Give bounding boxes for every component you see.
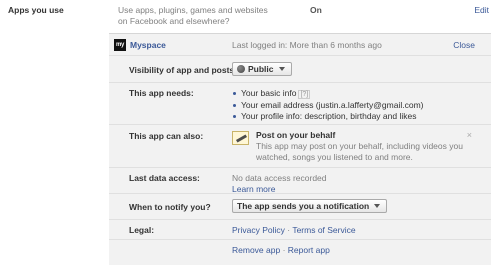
help-icon[interactable]: [?] bbox=[298, 90, 311, 99]
last-access-value: No data access recorded Learn more bbox=[232, 173, 327, 195]
globe-icon bbox=[237, 65, 245, 73]
pencil-shape bbox=[235, 134, 248, 143]
app-settings-panel: my Myspace Last logged in: More than 6 m… bbox=[109, 33, 491, 265]
legal-links: Privacy Policy · Terms of Service bbox=[232, 225, 356, 235]
list-item: Your email address (justin.a.lafferty@gm… bbox=[232, 100, 423, 111]
also-row: This app can also: Post on your behalf T… bbox=[109, 125, 491, 168]
need-item-label: Your basic info bbox=[241, 88, 297, 98]
actions-row: Remove app · Report app bbox=[109, 240, 491, 265]
last-access-label: Last data access: bbox=[129, 173, 200, 183]
last-access-text: No data access recorded bbox=[232, 173, 327, 183]
close-link[interactable]: Close bbox=[453, 40, 475, 50]
chevron-down-icon bbox=[374, 204, 381, 208]
list-item: Your profile info: description, birthday… bbox=[232, 111, 423, 122]
needs-label: This app needs: bbox=[129, 88, 194, 98]
last-logged-text: Last logged in: More than 6 months ago bbox=[232, 40, 382, 50]
last-access-row: Last data access: No data access recorde… bbox=[109, 168, 491, 194]
visibility-value: Public bbox=[232, 62, 292, 76]
notify-value: The app sends you a notification bbox=[232, 199, 388, 213]
need-item-label: Your email address (justin.a.lafferty@gm… bbox=[241, 100, 424, 110]
app-actions: Remove app · Report app bbox=[232, 245, 330, 255]
report-app-link[interactable]: Report app bbox=[288, 245, 330, 255]
app-name-link[interactable]: Myspace bbox=[130, 40, 166, 50]
app-header: my Myspace Last logged in: More than 6 m… bbox=[109, 34, 491, 56]
need-item-label: Your profile info: description, birthday… bbox=[241, 111, 417, 121]
also-permission: Post on your behalf This app may post on… bbox=[232, 130, 472, 164]
privacy-policy-link[interactable]: Privacy Policy bbox=[232, 225, 285, 235]
edit-link[interactable]: Edit bbox=[474, 5, 489, 15]
notify-label: When to notify you? bbox=[129, 202, 211, 212]
needs-list: Your basic info [?] Your email address (j… bbox=[232, 88, 423, 122]
visibility-label: Visibility of app and posts: bbox=[129, 65, 237, 75]
visibility-row: Visibility of app and posts: Public bbox=[109, 57, 491, 83]
apps-status: On bbox=[310, 5, 322, 15]
visibility-dropdown-label: Public bbox=[248, 64, 274, 74]
permission-description: This app may post on your behalf, includ… bbox=[256, 141, 463, 162]
list-item: Your basic info [?] bbox=[232, 88, 423, 100]
section-label: Apps you use bbox=[8, 5, 64, 15]
actions-separator: · bbox=[280, 245, 288, 255]
post-pencil-icon bbox=[232, 131, 249, 145]
legal-row: Legal: Privacy Policy · Terms of Service bbox=[109, 220, 491, 240]
remove-app-link[interactable]: Remove app bbox=[232, 245, 280, 255]
legal-label: Legal: bbox=[129, 225, 155, 235]
terms-of-service-link[interactable]: Terms of Service bbox=[292, 225, 355, 235]
permission-title: Post on your behalf bbox=[256, 130, 336, 140]
notify-dropdown[interactable]: The app sends you a notification bbox=[232, 199, 388, 213]
notify-dropdown-label: The app sends you a notification bbox=[237, 201, 370, 211]
myspace-logo-icon: my bbox=[114, 39, 126, 51]
section-description: Use apps, plugins, games and websites on… bbox=[118, 5, 268, 26]
needs-value: Your basic info [?] Your email address (j… bbox=[232, 88, 423, 122]
needs-row: This app needs: Your basic info [?] Your … bbox=[109, 83, 491, 125]
visibility-dropdown[interactable]: Public bbox=[232, 62, 292, 76]
remove-permission-icon[interactable]: × bbox=[467, 130, 472, 140]
chevron-down-icon bbox=[278, 67, 285, 71]
notify-row: When to notify you? The app sends you a … bbox=[109, 194, 491, 220]
also-label: This app can also: bbox=[129, 131, 204, 141]
